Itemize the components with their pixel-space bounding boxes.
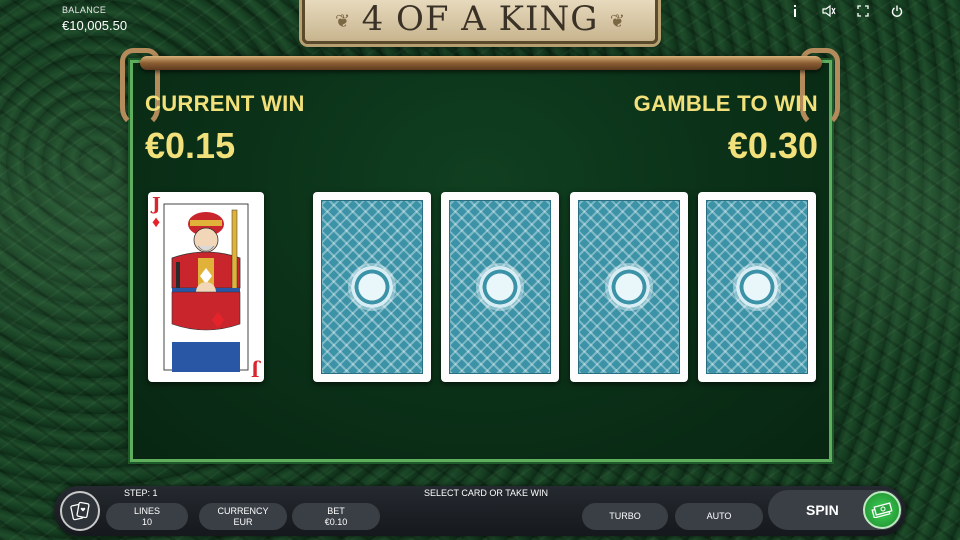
bet-label: BET (327, 505, 345, 516)
lines-label: LINES (133, 505, 160, 516)
balance-label: BALANCE (62, 5, 107, 15)
balance-display: BALANCE €10,005.50 (62, 5, 127, 33)
card-emblem-icon (608, 266, 650, 308)
left-flourish-icon: ❦ (335, 11, 351, 31)
currency-selector[interactable]: CURRENCY EUR (199, 503, 287, 530)
balance-value: €10,005.50 (62, 18, 128, 33)
dealer-card: J ♦ J (148, 192, 264, 382)
current-win-value: €0.15 (145, 125, 236, 166)
currency-label: CURRENCY (217, 505, 269, 516)
auto-button[interactable]: AUTO (675, 503, 763, 530)
take-win-button[interactable] (863, 491, 901, 529)
card-rank-bottom: J (251, 359, 260, 380)
card-emblem-icon (736, 266, 778, 308)
jack-portrait (163, 203, 249, 372)
hidden-card-4[interactable] (698, 192, 816, 382)
currency-value: EUR (233, 516, 253, 527)
cards-heart-icon (70, 501, 90, 521)
card-back-pattern (449, 200, 551, 374)
auto-label: AUTO (706, 511, 732, 521)
top-toolbar (788, 4, 904, 18)
lines-selector[interactable]: LINES 10 (106, 503, 188, 530)
game-title: 4 OF A KING (361, 0, 599, 39)
card-emblem-icon (351, 266, 393, 308)
gamble-to-win-value: €0.30 (727, 125, 818, 166)
bet-selector[interactable]: BET €0.10 (292, 503, 380, 530)
card-back-pattern (578, 200, 680, 374)
step-indicator: STEP: 1 (124, 488, 158, 498)
card-back-pattern (706, 200, 808, 374)
gamble-to-win-label: GAMBLE TO WIN (633, 91, 818, 116)
spin-label: SPIN (806, 502, 839, 518)
card-rank: J (152, 194, 161, 215)
cash-stack-icon (871, 502, 893, 518)
sound-icon[interactable] (822, 4, 836, 18)
power-icon[interactable] (890, 4, 904, 18)
current-win-label: CURRENT WIN (145, 91, 305, 116)
fullscreen-icon[interactable] (856, 4, 870, 18)
board-rod (140, 56, 822, 70)
info-icon[interactable] (788, 4, 802, 18)
turbo-label: TURBO (609, 511, 641, 521)
hidden-card-1[interactable] (313, 192, 431, 382)
lines-value: 10 (141, 516, 152, 527)
right-flourish-icon: ❦ (609, 11, 625, 31)
bet-value: €0.10 (324, 516, 348, 527)
hidden-card-2[interactable] (441, 192, 559, 382)
diamond-suit-icon: ♦ (152, 214, 161, 231)
card-emblem-icon (479, 266, 521, 308)
game-title-plaque: ❦ 4 OF A KING ❦ (302, 0, 658, 44)
gamble-cards-button[interactable] (60, 491, 100, 531)
status-message: SELECT CARD OR TAKE WIN (424, 488, 549, 498)
hidden-card-3[interactable] (570, 192, 688, 382)
card-back-pattern (321, 200, 423, 374)
turbo-button[interactable]: TURBO (582, 503, 668, 530)
